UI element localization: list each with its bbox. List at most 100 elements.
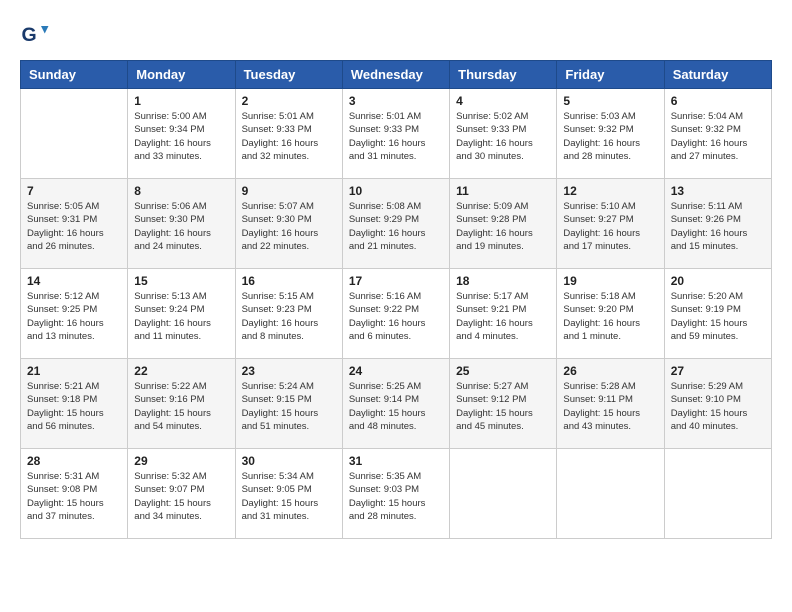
day-number: 22 xyxy=(134,364,228,378)
calendar-week-row: 7Sunrise: 5:05 AM Sunset: 9:31 PM Daylig… xyxy=(21,179,772,269)
day-info: Sunrise: 5:01 AM Sunset: 9:33 PM Dayligh… xyxy=(242,110,336,163)
day-number: 18 xyxy=(456,274,550,288)
calendar-cell: 8 Sunrise: 5:06 AM Sunset: 9:30 PM Daylig… xyxy=(128,179,235,269)
day-number: 14 xyxy=(27,274,121,288)
calendar-cell: 19 Sunrise: 5:18 AM Sunset: 9:20 PM Dayli… xyxy=(557,269,664,359)
day-number: 25 xyxy=(456,364,550,378)
day-number: 3 xyxy=(349,94,443,108)
page-container: G SundayMondayTuesdayWednesdayThursdayFr… xyxy=(20,20,772,539)
day-number: 4 xyxy=(456,94,550,108)
calendar-cell: 31 Sunrise: 5:35 AM Sunset: 9:03 PM Dayli… xyxy=(342,449,449,539)
day-info: Sunrise: 5:03 AM Sunset: 9:32 PM Dayligh… xyxy=(563,110,657,163)
calendar-cell: 11Sunrise: 5:09 AM Sunset: 9:28 PM Dayli… xyxy=(450,179,557,269)
day-number: 11 xyxy=(456,184,550,198)
day-number: 16 xyxy=(242,274,336,288)
day-number: 31 xyxy=(349,454,443,468)
calendar-header-tuesday: Tuesday xyxy=(235,61,342,89)
calendar-cell: 27Sunrise: 5:29 AM Sunset: 9:10 PM Dayli… xyxy=(664,359,771,449)
day-number: 5 xyxy=(563,94,657,108)
day-info: Sunrise: 5:11 AM Sunset: 9:26 PM Dayligh… xyxy=(671,200,765,253)
calendar-cell: 6 Sunrise: 5:04 AM Sunset: 9:32 PM Daylig… xyxy=(664,89,771,179)
calendar-header-row: SundayMondayTuesdayWednesdayThursdayFrid… xyxy=(21,61,772,89)
day-number: 20 xyxy=(671,274,765,288)
day-number: 6 xyxy=(671,94,765,108)
day-info: Sunrise: 5:18 AM Sunset: 9:20 PM Dayligh… xyxy=(563,290,657,343)
day-info: Sunrise: 5:02 AM Sunset: 9:33 PM Dayligh… xyxy=(456,110,550,163)
calendar-header-wednesday: Wednesday xyxy=(342,61,449,89)
day-info: Sunrise: 5:32 AM Sunset: 9:07 PM Dayligh… xyxy=(134,470,228,523)
day-number: 30 xyxy=(242,454,336,468)
calendar-header-friday: Friday xyxy=(557,61,664,89)
day-info: Sunrise: 5:06 AM Sunset: 9:30 PM Dayligh… xyxy=(134,200,228,253)
day-info: Sunrise: 5:28 AM Sunset: 9:11 PM Dayligh… xyxy=(563,380,657,433)
calendar-cell: 3Sunrise: 5:01 AM Sunset: 9:33 PM Daylig… xyxy=(342,89,449,179)
day-number: 2 xyxy=(242,94,336,108)
day-number: 10 xyxy=(349,184,443,198)
calendar-cell: 4 Sunrise: 5:02 AM Sunset: 9:33 PM Daylig… xyxy=(450,89,557,179)
day-info: Sunrise: 5:10 AM Sunset: 9:27 PM Dayligh… xyxy=(563,200,657,253)
calendar-cell: 28 Sunrise: 5:31 AM Sunset: 9:08 PM Dayli… xyxy=(21,449,128,539)
day-info: Sunrise: 5:16 AM Sunset: 9:22 PM Dayligh… xyxy=(349,290,443,343)
day-info: Sunrise: 5:35 AM Sunset: 9:03 PM Dayligh… xyxy=(349,470,443,523)
svg-text:G: G xyxy=(22,24,37,46)
day-info: Sunrise: 5:07 AM Sunset: 9:30 PM Dayligh… xyxy=(242,200,336,253)
day-number: 12 xyxy=(563,184,657,198)
calendar-cell: 10 Sunrise: 5:08 AM Sunset: 9:29 PM Dayli… xyxy=(342,179,449,269)
calendar-cell: 22 Sunrise: 5:22 AM Sunset: 9:16 PM Dayli… xyxy=(128,359,235,449)
calendar-cell: 17Sunrise: 5:16 AM Sunset: 9:22 PM Dayli… xyxy=(342,269,449,359)
logo-icon: G xyxy=(20,20,50,50)
day-info: Sunrise: 5:31 AM Sunset: 9:08 PM Dayligh… xyxy=(27,470,121,523)
calendar-cell: 29 Sunrise: 5:32 AM Sunset: 9:07 PM Dayli… xyxy=(128,449,235,539)
calendar-header-sunday: Sunday xyxy=(21,61,128,89)
day-info: Sunrise: 5:04 AM Sunset: 9:32 PM Dayligh… xyxy=(671,110,765,163)
day-info: Sunrise: 5:17 AM Sunset: 9:21 PM Dayligh… xyxy=(456,290,550,343)
calendar-cell: 23Sunrise: 5:24 AM Sunset: 9:15 PM Dayli… xyxy=(235,359,342,449)
calendar-week-row: 21Sunrise: 5:21 AM Sunset: 9:18 PM Dayli… xyxy=(21,359,772,449)
day-number: 29 xyxy=(134,454,228,468)
day-number: 21 xyxy=(27,364,121,378)
calendar-cell: 25 Sunrise: 5:27 AM Sunset: 9:12 PM Dayli… xyxy=(450,359,557,449)
day-info: Sunrise: 5:12 AM Sunset: 9:25 PM Dayligh… xyxy=(27,290,121,343)
calendar-cell: 15 Sunrise: 5:13 AM Sunset: 9:24 PM Dayli… xyxy=(128,269,235,359)
calendar-cell: 12 Sunrise: 5:10 AM Sunset: 9:27 PM Dayli… xyxy=(557,179,664,269)
calendar-cell: 18 Sunrise: 5:17 AM Sunset: 9:21 PM Dayli… xyxy=(450,269,557,359)
calendar-cell xyxy=(557,449,664,539)
day-number: 24 xyxy=(349,364,443,378)
calendar-cell xyxy=(450,449,557,539)
day-number: 23 xyxy=(242,364,336,378)
day-info: Sunrise: 5:15 AM Sunset: 9:23 PM Dayligh… xyxy=(242,290,336,343)
calendar-cell xyxy=(664,449,771,539)
calendar-header-thursday: Thursday xyxy=(450,61,557,89)
calendar-cell: 30 Sunrise: 5:34 AM Sunset: 9:05 PM Dayli… xyxy=(235,449,342,539)
day-number: 27 xyxy=(671,364,765,378)
day-number: 28 xyxy=(27,454,121,468)
day-number: 19 xyxy=(563,274,657,288)
day-info: Sunrise: 5:05 AM Sunset: 9:31 PM Dayligh… xyxy=(27,200,121,253)
day-info: Sunrise: 5:22 AM Sunset: 9:16 PM Dayligh… xyxy=(134,380,228,433)
calendar-cell: 21Sunrise: 5:21 AM Sunset: 9:18 PM Dayli… xyxy=(21,359,128,449)
calendar-header-monday: Monday xyxy=(128,61,235,89)
day-info: Sunrise: 5:34 AM Sunset: 9:05 PM Dayligh… xyxy=(242,470,336,523)
day-number: 9 xyxy=(242,184,336,198)
calendar-cell: 5 Sunrise: 5:03 AM Sunset: 9:32 PM Daylig… xyxy=(557,89,664,179)
day-number: 13 xyxy=(671,184,765,198)
day-info: Sunrise: 5:13 AM Sunset: 9:24 PM Dayligh… xyxy=(134,290,228,343)
day-info: Sunrise: 5:20 AM Sunset: 9:19 PM Dayligh… xyxy=(671,290,765,343)
day-info: Sunrise: 5:27 AM Sunset: 9:12 PM Dayligh… xyxy=(456,380,550,433)
calendar-week-row: 14 Sunrise: 5:12 AM Sunset: 9:25 PM Dayli… xyxy=(21,269,772,359)
day-info: Sunrise: 5:08 AM Sunset: 9:29 PM Dayligh… xyxy=(349,200,443,253)
calendar-cell xyxy=(21,89,128,179)
calendar-cell: 13 Sunrise: 5:11 AM Sunset: 9:26 PM Dayli… xyxy=(664,179,771,269)
day-number: 15 xyxy=(134,274,228,288)
calendar-cell: 7Sunrise: 5:05 AM Sunset: 9:31 PM Daylig… xyxy=(21,179,128,269)
calendar-cell: 20 Sunrise: 5:20 AM Sunset: 9:19 PM Dayli… xyxy=(664,269,771,359)
calendar-cell: 2 Sunrise: 5:01 AM Sunset: 9:33 PM Daylig… xyxy=(235,89,342,179)
calendar-cell: 9 Sunrise: 5:07 AM Sunset: 9:30 PM Daylig… xyxy=(235,179,342,269)
logo: G xyxy=(20,20,54,50)
day-info: Sunrise: 5:25 AM Sunset: 9:14 PM Dayligh… xyxy=(349,380,443,433)
header: G xyxy=(20,20,772,50)
calendar-week-row: 28 Sunrise: 5:31 AM Sunset: 9:08 PM Dayli… xyxy=(21,449,772,539)
calendar-cell: 14 Sunrise: 5:12 AM Sunset: 9:25 PM Dayli… xyxy=(21,269,128,359)
calendar-week-row: 1Sunrise: 5:00 AM Sunset: 9:34 PM Daylig… xyxy=(21,89,772,179)
day-number: 8 xyxy=(134,184,228,198)
